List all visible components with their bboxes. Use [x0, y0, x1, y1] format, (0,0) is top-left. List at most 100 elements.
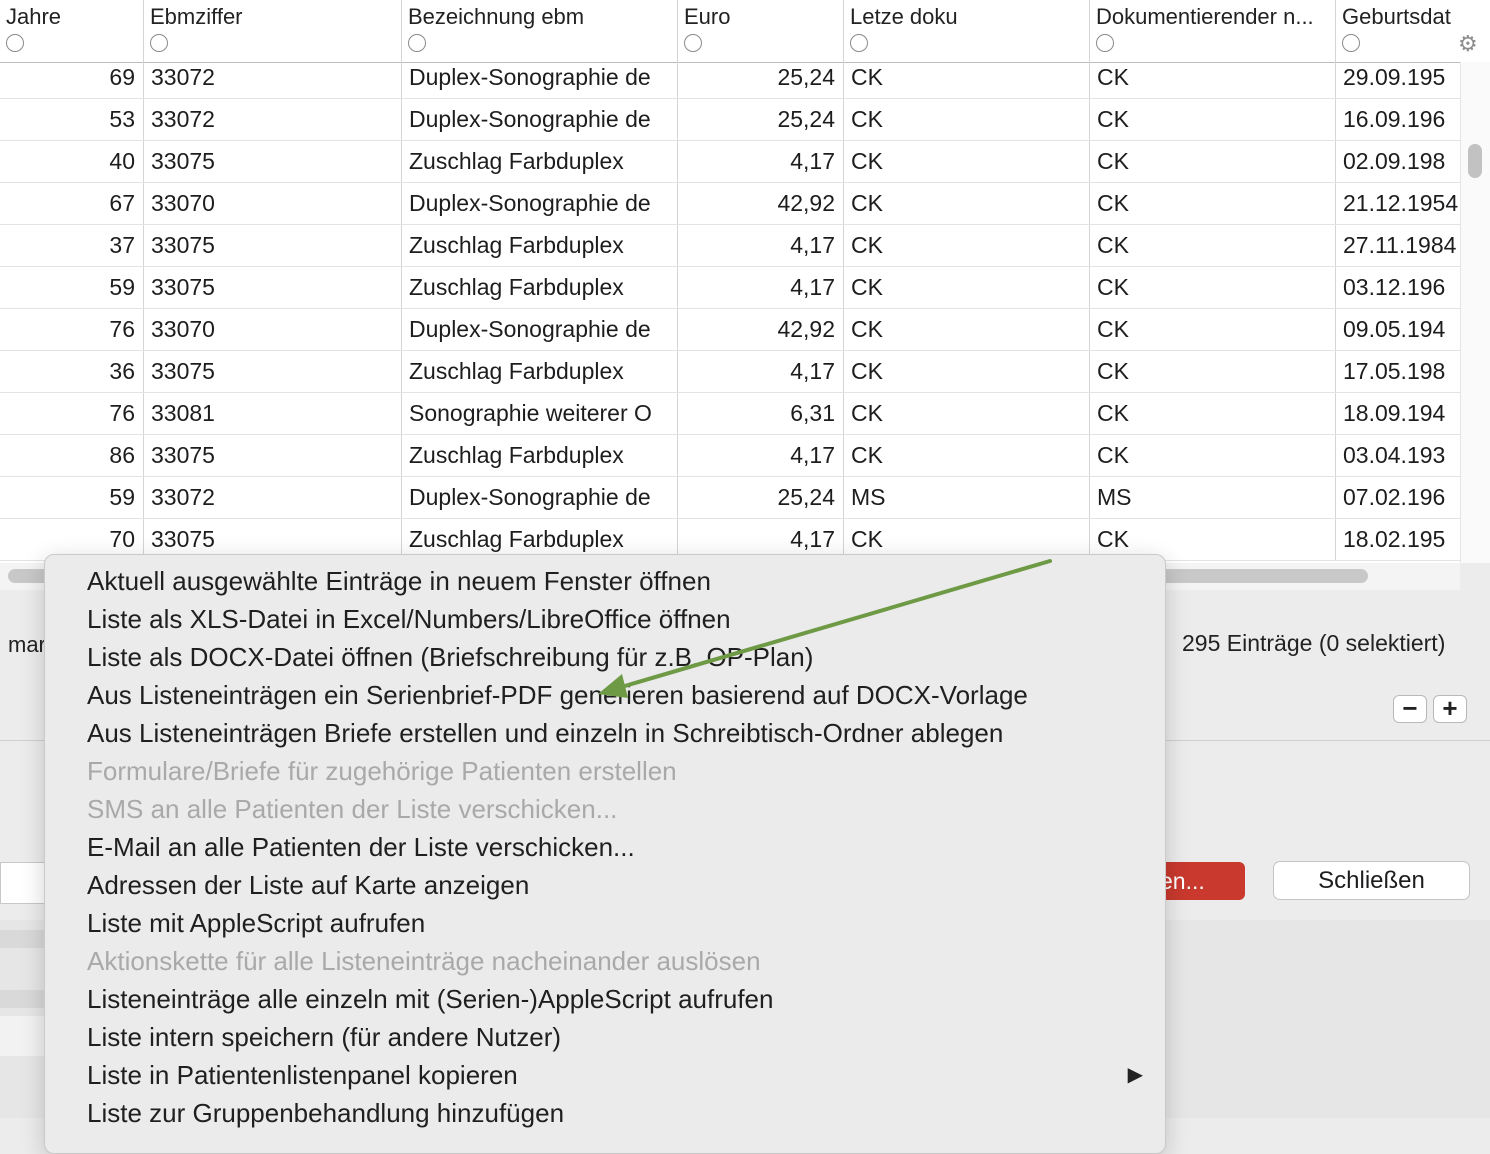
cell-ebmziffer: 33075: [144, 225, 402, 266]
cell-jahre: 37: [0, 225, 144, 266]
table-row[interactable]: 40 33075 Zuschlag Farbduplex 4,17 CK CK 02.09.…: [0, 141, 1460, 183]
table-row[interactable]: 86 33075 Zuschlag Farbduplex 4,17 CK CK 03.04.…: [0, 435, 1460, 477]
cell-geburtsdatum: 18.02.195: [1343, 526, 1446, 552]
menu-item: Formulare/Briefe für zugehörige Patiente…: [45, 752, 1165, 790]
menu-item[interactable]: Listeneinträge alle einzeln mit (Serien-…: [45, 980, 1165, 1018]
cell-letze-doku: CK: [844, 309, 1090, 350]
cell-jahre: 36: [0, 351, 144, 392]
cell-geburtsdatum: 21.12.1954: [1343, 190, 1459, 216]
table-row[interactable]: 76 33081 Sonographie weiterer O 6,31 CK CK 18.…: [0, 393, 1460, 435]
column-title: Ebmziffer: [150, 4, 243, 29]
cell-letze-doku: CK: [844, 183, 1090, 224]
close-button[interactable]: Schließen: [1273, 861, 1470, 900]
table-row[interactable]: 36 33075 Zuschlag Farbduplex 4,17 CK CK 17.05.…: [0, 351, 1460, 393]
column-filter-radio[interactable]: [6, 34, 24, 52]
cell-geburtsdatum: 17.05.198: [1343, 358, 1446, 384]
table-row[interactable]: 37 33075 Zuschlag Farbduplex 4,17 CK CK 27.11.…: [0, 225, 1460, 267]
menu-item-label: Aktionskette für alle Listeneinträge nac…: [87, 946, 761, 976]
menu-item[interactable]: Liste zur Gruppenbehandlung hinzufügen: [45, 1094, 1165, 1132]
cell-geburtsdatum: 02.09.198: [1343, 148, 1446, 174]
cell-bezeichnung: Duplex-Sonographie de: [402, 99, 678, 140]
cell-ebmziffer: 33072: [144, 57, 402, 98]
cell-bezeichnung: Duplex-Sonographie de: [402, 57, 678, 98]
cell-ebmziffer: 33075: [144, 435, 402, 476]
vertical-scroll-thumb[interactable]: [1468, 144, 1482, 178]
column-header-euro[interactable]: Euro: [678, 0, 844, 62]
cell-euro: 25,24: [678, 477, 844, 518]
entry-count: 295 Einträge (0 selektiert): [1182, 630, 1446, 656]
vertical-scrollbar[interactable]: [1460, 62, 1490, 563]
menu-item[interactable]: Liste intern speichern (für andere Nutze…: [45, 1018, 1165, 1056]
column-filter-radio[interactable]: [408, 34, 426, 52]
table-row[interactable]: 59 33072 Duplex-Sonographie de 25,24 MS MS 07.…: [0, 477, 1460, 519]
menu-item-label: Liste in Patientenlistenpanel kopieren: [87, 1060, 518, 1090]
cell-bezeichnung: Duplex-Sonographie de: [402, 477, 678, 518]
cell-letze-doku: CK: [844, 141, 1090, 182]
column-filter-radio[interactable]: [1342, 34, 1360, 52]
column-filter-radio[interactable]: [150, 34, 168, 52]
cell-letze-doku: CK: [844, 393, 1090, 434]
menu-item-label: Aktuell ausgewählte Einträge in neuem Fe…: [87, 566, 711, 596]
cell-euro: 4,17: [678, 267, 844, 308]
cell-letze-doku: CK: [844, 57, 1090, 98]
cell-letze-doku: CK: [844, 225, 1090, 266]
table-row[interactable]: 67 33070 Duplex-Sonographie de 42,92 CK CK 21.…: [0, 183, 1460, 225]
menu-item[interactable]: Liste als XLS-Datei in Excel/Numbers/Lib…: [45, 600, 1165, 638]
cell-geburtsdatum: 18.09.194: [1343, 400, 1446, 426]
column-header-dokumentierender[interactable]: Dokumentierender n...: [1090, 0, 1336, 62]
table-row[interactable]: 76 33070 Duplex-Sonographie de 42,92 CK CK 09.…: [0, 309, 1460, 351]
cell-jahre: 69: [0, 57, 144, 98]
menu-item-label: E-Mail an alle Patienten der Liste versc…: [87, 832, 635, 862]
cell-geburtsdatum: 03.12.196: [1343, 274, 1446, 300]
cell-ebmziffer: 33070: [144, 309, 402, 350]
column-header-jahre[interactable]: Jahre: [0, 0, 144, 62]
menu-item[interactable]: E-Mail an alle Patienten der Liste versc…: [45, 828, 1165, 866]
column-header-ebmziffer[interactable]: Ebmziffer: [144, 0, 402, 62]
table-row[interactable]: 59 33075 Zuschlag Farbduplex 4,17 CK CK 03.12.…: [0, 267, 1460, 309]
menu-item: Aktionskette für alle Listeneinträge nac…: [45, 942, 1165, 980]
cell-dokumentierender: CK: [1090, 99, 1336, 140]
cell-dokumentierender: CK: [1090, 309, 1336, 350]
remove-button[interactable]: −: [1393, 695, 1427, 723]
menu-item[interactable]: Aus Listeneinträgen ein Serienbrief-PDF …: [45, 676, 1165, 714]
column-header-bezeichnung[interactable]: Bezeichnung ebm: [402, 0, 678, 62]
cell-euro: 6,31: [678, 393, 844, 434]
column-title: Euro: [684, 4, 731, 29]
cell-letze-doku: CK: [844, 99, 1090, 140]
cell-geburtsdatum: 03.04.193: [1343, 442, 1446, 468]
menu-item[interactable]: Adressen der Liste auf Karte anzeigen: [45, 866, 1165, 904]
cell-ebmziffer: 33075: [144, 351, 402, 392]
menu-item: SMS an alle Patienten der Liste verschic…: [45, 790, 1165, 828]
cell-jahre: 53: [0, 99, 144, 140]
cell-bezeichnung: Zuschlag Farbduplex: [402, 435, 678, 476]
menu-item[interactable]: Aktuell ausgewählte Einträge in neuem Fe…: [45, 562, 1165, 600]
menu-item-label: Formulare/Briefe für zugehörige Patiente…: [87, 756, 677, 786]
table-row[interactable]: 53 33072 Duplex-Sonographie de 25,24 CK CK 16.…: [0, 99, 1460, 141]
menu-item-label: Listeneinträge alle einzeln mit (Serien-…: [87, 984, 774, 1014]
column-filter-radio[interactable]: [850, 34, 868, 52]
cell-bezeichnung: Sonographie weiterer O: [402, 393, 678, 434]
cell-euro: 4,17: [678, 225, 844, 266]
menu-item-label: Liste mit AppleScript aufrufen: [87, 908, 426, 938]
menu-item[interactable]: Liste als DOCX-Datei öffnen (Briefschrei…: [45, 638, 1165, 676]
column-header-letze-doku[interactable]: Letze doku: [844, 0, 1090, 62]
add-button[interactable]: +: [1433, 695, 1467, 723]
gear-icon[interactable]: ⚙: [1458, 33, 1480, 55]
cell-jahre: 76: [0, 309, 144, 350]
column-title: Bezeichnung ebm: [408, 4, 585, 29]
menu-item-label: Liste als DOCX-Datei öffnen (Briefschrei…: [87, 642, 814, 672]
column-filter-radio[interactable]: [1096, 34, 1114, 52]
column-filter-radio[interactable]: [684, 34, 702, 52]
menu-item[interactable]: Liste in Patientenlistenpanel kopieren ▶: [45, 1056, 1165, 1094]
cell-euro: 25,24: [678, 99, 844, 140]
menu-item-label: Liste intern speichern (für andere Nutze…: [87, 1022, 562, 1052]
cell-euro: 4,17: [678, 351, 844, 392]
cell-euro: 4,17: [678, 435, 844, 476]
menu-item[interactable]: Aus Listeneinträgen Briefe erstellen und…: [45, 714, 1165, 752]
cell-dokumentierender: MS: [1090, 477, 1336, 518]
table-row[interactable]: 69 33072 Duplex-Sonographie de 25,24 CK CK 29.…: [0, 57, 1460, 99]
cell-euro: 4,17: [678, 141, 844, 182]
menu-item[interactable]: Liste mit AppleScript aufrufen: [45, 904, 1165, 942]
cell-jahre: 67: [0, 183, 144, 224]
cell-dokumentierender: CK: [1090, 435, 1336, 476]
